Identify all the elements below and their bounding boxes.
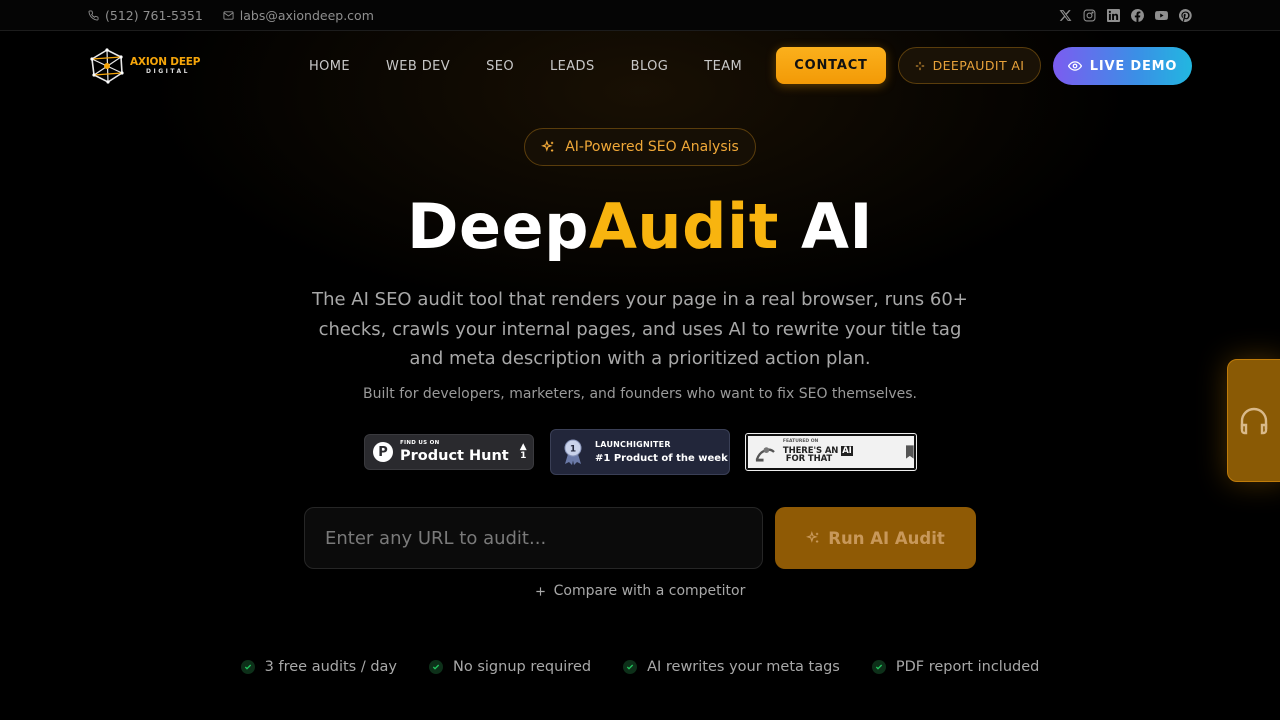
phone-icon — [88, 9, 99, 20]
youtube-icon[interactable] — [1154, 8, 1168, 22]
feature-label: PDF report included — [895, 659, 1040, 675]
email-link[interactable]: labs@axiondeep.com — [223, 8, 374, 23]
medal-icon: 1 — [564, 439, 582, 465]
logo-line2: DIGITAL — [146, 68, 190, 76]
launchigniter-big: #1 Product of the week — [595, 452, 728, 464]
live-demo-button[interactable]: LIVE DEMO — [1053, 47, 1192, 85]
nav-link-team[interactable]: TEAM — [704, 59, 742, 74]
hero-title: DeepAudit AI — [0, 190, 1280, 264]
pinterest-icon[interactable] — [1178, 8, 1192, 22]
social-links — [1058, 0, 1192, 30]
check-icon — [240, 660, 255, 674]
aiforthat-badge[interactable]: FEATURED ON THERE'S AN AI FOR THAT — [745, 433, 917, 471]
feature-label: No signup required — [453, 659, 592, 675]
logo-line1: AXION DEEP — [130, 55, 201, 68]
nav-links: HOME WEB DEV SEO LEADS BLOG TEAM — [309, 31, 742, 101]
hero-title-part1: Deep — [407, 190, 589, 263]
nav-link-home[interactable]: HOME — [309, 59, 350, 74]
product-hunt-small: FIND US ON — [400, 440, 440, 446]
product-hunt-vote-count: 1 — [520, 451, 527, 461]
product-hunt-icon: P — [373, 442, 393, 462]
hero-pill: AI-Powered SEO Analysis — [524, 128, 756, 166]
hero-subdescription: Built for developers, marketers, and fou… — [363, 386, 917, 402]
contact-button[interactable]: CONTACT — [776, 47, 886, 84]
plus-icon — [536, 586, 545, 596]
live-demo-label: LIVE DEMO — [1089, 58, 1178, 74]
email-text: labs@axiondeep.com — [239, 7, 374, 23]
aiforthat-big-b: FOR THAT — [782, 454, 833, 465]
feature-item: AI rewrites your meta tags — [623, 659, 840, 675]
sparkle-icon — [915, 61, 924, 70]
feature-list: 3 free audits / day No signup required A… — [0, 657, 1280, 677]
run-audit-button[interactable]: Run AI Audit — [775, 507, 976, 569]
aiforthat-big-box: AI — [841, 445, 853, 456]
check-icon — [871, 660, 886, 674]
headphones-icon — [1240, 407, 1268, 434]
phone-text: (512) 761-5351 — [105, 7, 203, 23]
feature-label: 3 free audits / day — [264, 659, 398, 675]
support-widget[interactable] — [1227, 359, 1280, 482]
product-hunt-badge[interactable]: P FIND US ON Product Hunt ▲ 1 — [364, 434, 534, 470]
bookmark-icon — [906, 445, 914, 459]
deepaudit-label: DEEPAUDIT AI — [932, 58, 1025, 73]
feature-item: PDF report included — [871, 659, 1040, 675]
sparkles-icon — [806, 531, 819, 543]
hero-title-part3: AI — [778, 190, 873, 263]
feature-label: AI rewrites your meta tags — [647, 659, 840, 675]
url-input[interactable] — [304, 507, 763, 569]
logo-mark-icon — [90, 48, 124, 84]
instagram-icon[interactable] — [1082, 8, 1096, 22]
launchigniter-badge[interactable]: 1 LAUNCHIGNITER #1 Product of the week — [550, 429, 730, 475]
compare-label: Compare with a competitor — [553, 583, 746, 599]
phone-link[interactable]: (512) 761-5351 — [88, 8, 203, 23]
nav-link-blog[interactable]: BLOG — [631, 59, 669, 74]
robot-arm-icon — [755, 447, 775, 462]
eye-icon — [1067, 61, 1082, 71]
feature-item: No signup required — [429, 659, 591, 675]
facebook-icon[interactable] — [1130, 8, 1144, 22]
compare-link[interactable]: Compare with a competitor — [0, 582, 1280, 600]
logo-text: AXION DEEP DIGITAL — [130, 57, 200, 76]
mail-icon — [223, 10, 234, 20]
product-hunt-big: Product Hunt — [400, 447, 509, 464]
product-hunt-votes: ▲ 1 — [520, 442, 527, 462]
launchigniter-text: LAUNCHIGNITER #1 Product of the week — [595, 439, 728, 464]
linkedin-icon[interactable] — [1106, 8, 1120, 22]
nav-link-seo[interactable]: SEO — [486, 59, 514, 74]
hero-description: The AI SEO audit tool that renders your … — [312, 289, 968, 369]
launchigniter-small: LAUNCHIGNITER — [595, 439, 671, 449]
deepaudit-button[interactable]: DEEPAUDIT AI — [898, 47, 1041, 84]
svg-text:1: 1 — [570, 445, 576, 455]
nav-link-leads[interactable]: LEADS — [550, 59, 595, 74]
logo[interactable]: AXION DEEP DIGITAL — [88, 48, 202, 84]
hero-title-highlight: Audit — [588, 190, 779, 263]
feature-item: 3 free audits / day — [240, 659, 398, 675]
run-audit-label: Run AI Audit — [828, 528, 945, 548]
sparkles-icon — [541, 140, 554, 152]
aiforthat-text: FEATURED ON THERE'S AN AI FOR THAT — [783, 440, 897, 464]
check-icon — [623, 660, 638, 674]
top-bar: (512) 761-5351 labs@axiondeep.com — [0, 0, 1280, 31]
contact-info: (512) 761-5351 labs@axiondeep.com — [88, 0, 374, 30]
main-nav: AXION DEEP DIGITAL HOME WEB DEV SEO LEAD… — [0, 31, 1280, 101]
aiforthat-small: FEATURED ON — [782, 439, 819, 445]
hero-pill-label: AI-Powered SEO Analysis — [565, 139, 739, 155]
check-icon — [429, 660, 444, 674]
x-icon[interactable] — [1058, 8, 1072, 22]
aiforthat-big: THERE'S AN AI FOR THAT — [782, 445, 897, 465]
product-hunt-text: FIND US ON Product Hunt — [400, 440, 509, 464]
nav-link-web-dev[interactable]: WEB DEV — [386, 59, 450, 74]
